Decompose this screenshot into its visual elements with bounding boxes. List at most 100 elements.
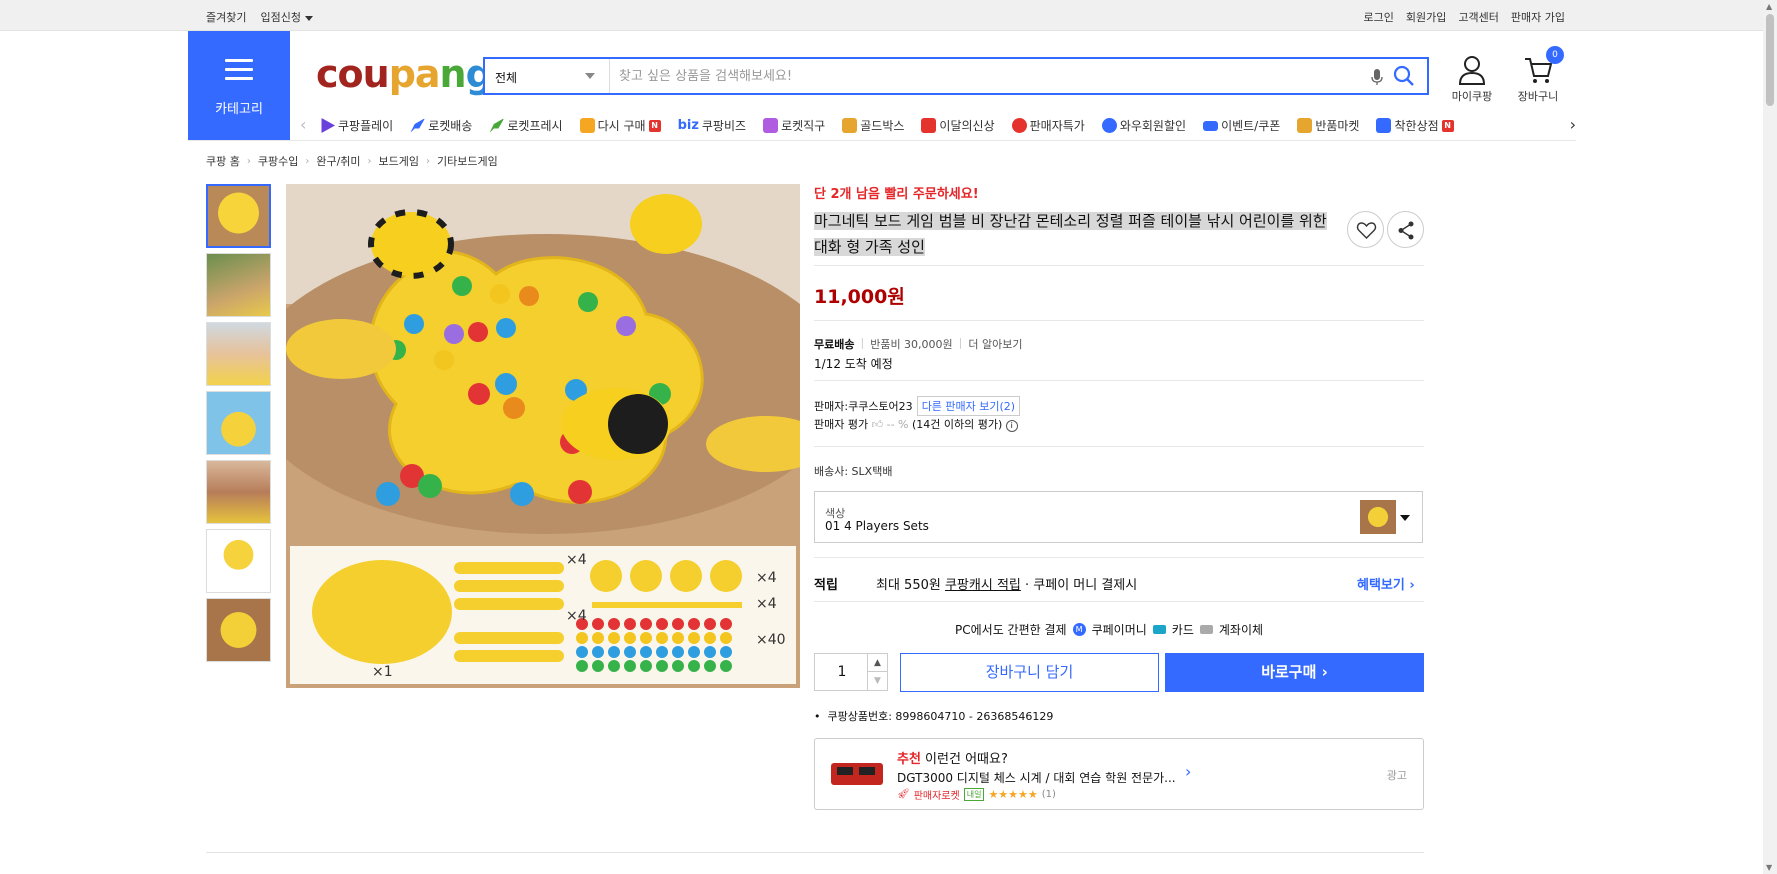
recommendation-image	[829, 755, 885, 791]
product-thumbnail[interactable]	[206, 391, 271, 455]
illustration-ball	[704, 632, 716, 644]
search-input[interactable]	[619, 63, 1319, 89]
wishlist-button[interactable]	[1347, 211, 1384, 248]
share-button[interactable]	[1387, 211, 1424, 248]
support-link[interactable]: 고객센터	[1458, 9, 1498, 25]
search-icon[interactable]	[1393, 65, 1415, 90]
chevron-right-icon[interactable]: ›	[1185, 762, 1191, 781]
quantity-increase-icon[interactable]: ▲	[867, 654, 887, 672]
free-shipping-label: 무료배송	[814, 338, 855, 351]
product-thumbnail[interactable]	[206, 460, 271, 524]
product-title: 마그네틱 보드 게임 범블 비 장난감 몬테소리 정렬 퍼즐 테이블 낚시 어린…	[814, 208, 1329, 260]
recommendation-item-name[interactable]: DGT3000 디지털 체스 시계 / 대회 연습 학원 전문가...	[897, 769, 1176, 786]
payment-account: 계좌이체	[1218, 623, 1264, 637]
signup-link[interactable]: 회원가입	[1406, 9, 1446, 25]
product-title-text: 마그네틱 보드 게임 범블 비 장난감 몬테소리 정렬 퍼즐 테이블 낚시 어린…	[814, 212, 1327, 256]
option-select[interactable]: 색상 01 4 Players Sets	[814, 491, 1423, 543]
seller-signup-link[interactable]: 판매자 가입	[1511, 9, 1565, 25]
illustration-ball	[624, 618, 636, 630]
nav-item-rocket[interactable]: 로켓배송	[410, 117, 472, 134]
illustration-ball	[688, 660, 700, 672]
nav-item-good-store[interactable]: 착한상점 N	[1376, 117, 1454, 134]
category-button[interactable]: 카테고리	[188, 31, 290, 141]
service-nav: ‹ 쿠팡플레이 로켓배송 로켓프레시 다시 구매 N biz 쿠팡비즈 로켓직구 골…	[300, 113, 1576, 139]
product-thumbnail[interactable]	[206, 322, 271, 386]
shipping-info: 무료배송 | 반품비 30,000원 | 더 알아보기	[814, 336, 1023, 352]
nav-item-goldbox[interactable]: 골드박스	[842, 117, 904, 134]
search-category-select[interactable]: 전체	[485, 59, 610, 93]
nav-item-new[interactable]: 이달의신상	[921, 117, 995, 134]
breadcrumb-item[interactable]: 기타보드게임	[437, 153, 498, 169]
illustration-ball	[688, 618, 700, 630]
breadcrumb-item[interactable]: 쿠팡수입	[258, 153, 298, 169]
nav-item-label: 착한상점	[1394, 119, 1439, 133]
scroll-up-icon[interactable]: ▲	[1766, 2, 1772, 11]
seller-rating-label: 판매자 평가	[814, 418, 869, 431]
breadcrumb-item[interactable]: 보드게임	[379, 153, 419, 169]
nav-item-seller-deal[interactable]: 판매자특가	[1011, 117, 1085, 134]
thumbnail-list	[206, 184, 271, 667]
breadcrumb-item[interactable]: 쿠팡 홈	[206, 153, 240, 169]
nav-item-coupangplay[interactable]: 쿠팡플레이	[320, 117, 393, 134]
buy-now-button[interactable]: 바로구매 ›	[1165, 653, 1424, 692]
scroll-down-icon[interactable]: ▼	[1766, 863, 1772, 872]
page-scrollbar[interactable]: ▲ ▼	[1763, 0, 1777, 874]
apply-menu[interactable]: 입점신청	[260, 9, 313, 25]
breadcrumb-item[interactable]: 완구/취미	[316, 153, 360, 169]
nav-item-coupangbiz[interactable]: biz 쿠팡비즈	[678, 117, 747, 134]
illustration-ball	[672, 646, 684, 658]
product-thumbnail[interactable]	[206, 529, 271, 593]
quantity-stepper[interactable]: 1 ▲ ▼	[814, 653, 888, 691]
benefit-more-link[interactable]: 혜택보기 ›	[1357, 574, 1415, 593]
microphone-icon[interactable]	[1371, 68, 1383, 89]
product-thumbnail[interactable]	[206, 253, 271, 317]
chevron-right-icon: ›	[426, 155, 431, 167]
favorites-link[interactable]: 즐겨찾기	[206, 9, 246, 25]
caret-down-icon	[304, 15, 313, 21]
nav-item-wow[interactable]: 와우회원할인	[1101, 117, 1186, 134]
ad-label: 광고	[1386, 769, 1407, 782]
illustration-ball	[640, 618, 652, 630]
other-sellers-button[interactable]: 다른 판매자 보기(2)	[916, 396, 1021, 416]
option-thumbnail	[1360, 500, 1396, 534]
illustration-ball	[656, 618, 668, 630]
nav-divider	[188, 140, 1576, 141]
nav-item-event[interactable]: 이벤트/쿠폰	[1203, 117, 1280, 134]
wow-icon	[1101, 118, 1117, 133]
nav-prev-arrow-icon[interactable]: ‹	[300, 115, 306, 134]
main-product-image[interactable]: ×4 ×4 ×4 ×4 ×40 ×1	[286, 184, 800, 688]
cart-count-badge: 0	[1546, 46, 1564, 64]
scrollbar-thumb[interactable]	[1766, 14, 1774, 106]
nav-item-label: 반품마켓	[1315, 119, 1360, 133]
mycoupang-label: 마이쿠팡	[1451, 90, 1493, 103]
quantity-value[interactable]: 1	[815, 654, 869, 690]
cart-button[interactable]: 장바구니 0	[1514, 46, 1564, 104]
nav-item-rocket-fresh[interactable]: 로켓프레시	[489, 117, 563, 134]
mycoupang-button[interactable]: 마이쿠팡	[1448, 55, 1496, 104]
product-thumbnail[interactable]	[206, 598, 271, 662]
sale-price: 11,000원	[814, 286, 905, 308]
dropdown-arrow-icon	[585, 73, 595, 79]
login-link[interactable]: 로그인	[1364, 9, 1394, 25]
dropdown-arrow-icon	[1400, 515, 1410, 521]
svg-text:×4: ×4	[756, 570, 777, 586]
rocket-icon: 🚀︎	[897, 789, 910, 800]
nav-item-return-market[interactable]: 반품마켓	[1297, 117, 1359, 134]
nav-item-rebuy[interactable]: 다시 구매 N	[579, 117, 661, 134]
add-to-cart-button[interactable]: 장바구니 담기	[900, 653, 1159, 692]
nav-item-label: 로켓프레시	[507, 119, 563, 133]
coupang-cash-link[interactable]: 쿠팡캐시 적립	[945, 578, 1021, 593]
quantity-decrease-icon[interactable]: ▼	[867, 672, 887, 690]
recommendation-title: 이런건 어때요?	[920, 752, 1008, 767]
nav-item-label: 골드박스	[860, 119, 905, 133]
seller-name[interactable]: 쿠쿠스토어23	[848, 398, 913, 414]
coupang-logo[interactable]: coupang	[316, 52, 493, 96]
shipping-more-link[interactable]: 더 알아보기	[968, 336, 1022, 352]
info-icon[interactable]: i	[1005, 420, 1018, 432]
product-thumbnail[interactable]	[206, 184, 271, 248]
product-number: • 쿠팡상품번호: 8998604710 - 26368546129	[814, 710, 1054, 723]
nav-item-global[interactable]: 로켓직구	[763, 117, 825, 134]
nav-next-arrow-icon[interactable]: ›	[1570, 115, 1576, 134]
reward-label: 적립	[814, 578, 838, 593]
recommendation-card[interactable]: 추천 이런건 어때요? DGT3000 디지털 체스 시계 / 대회 연습 학원…	[814, 738, 1424, 810]
